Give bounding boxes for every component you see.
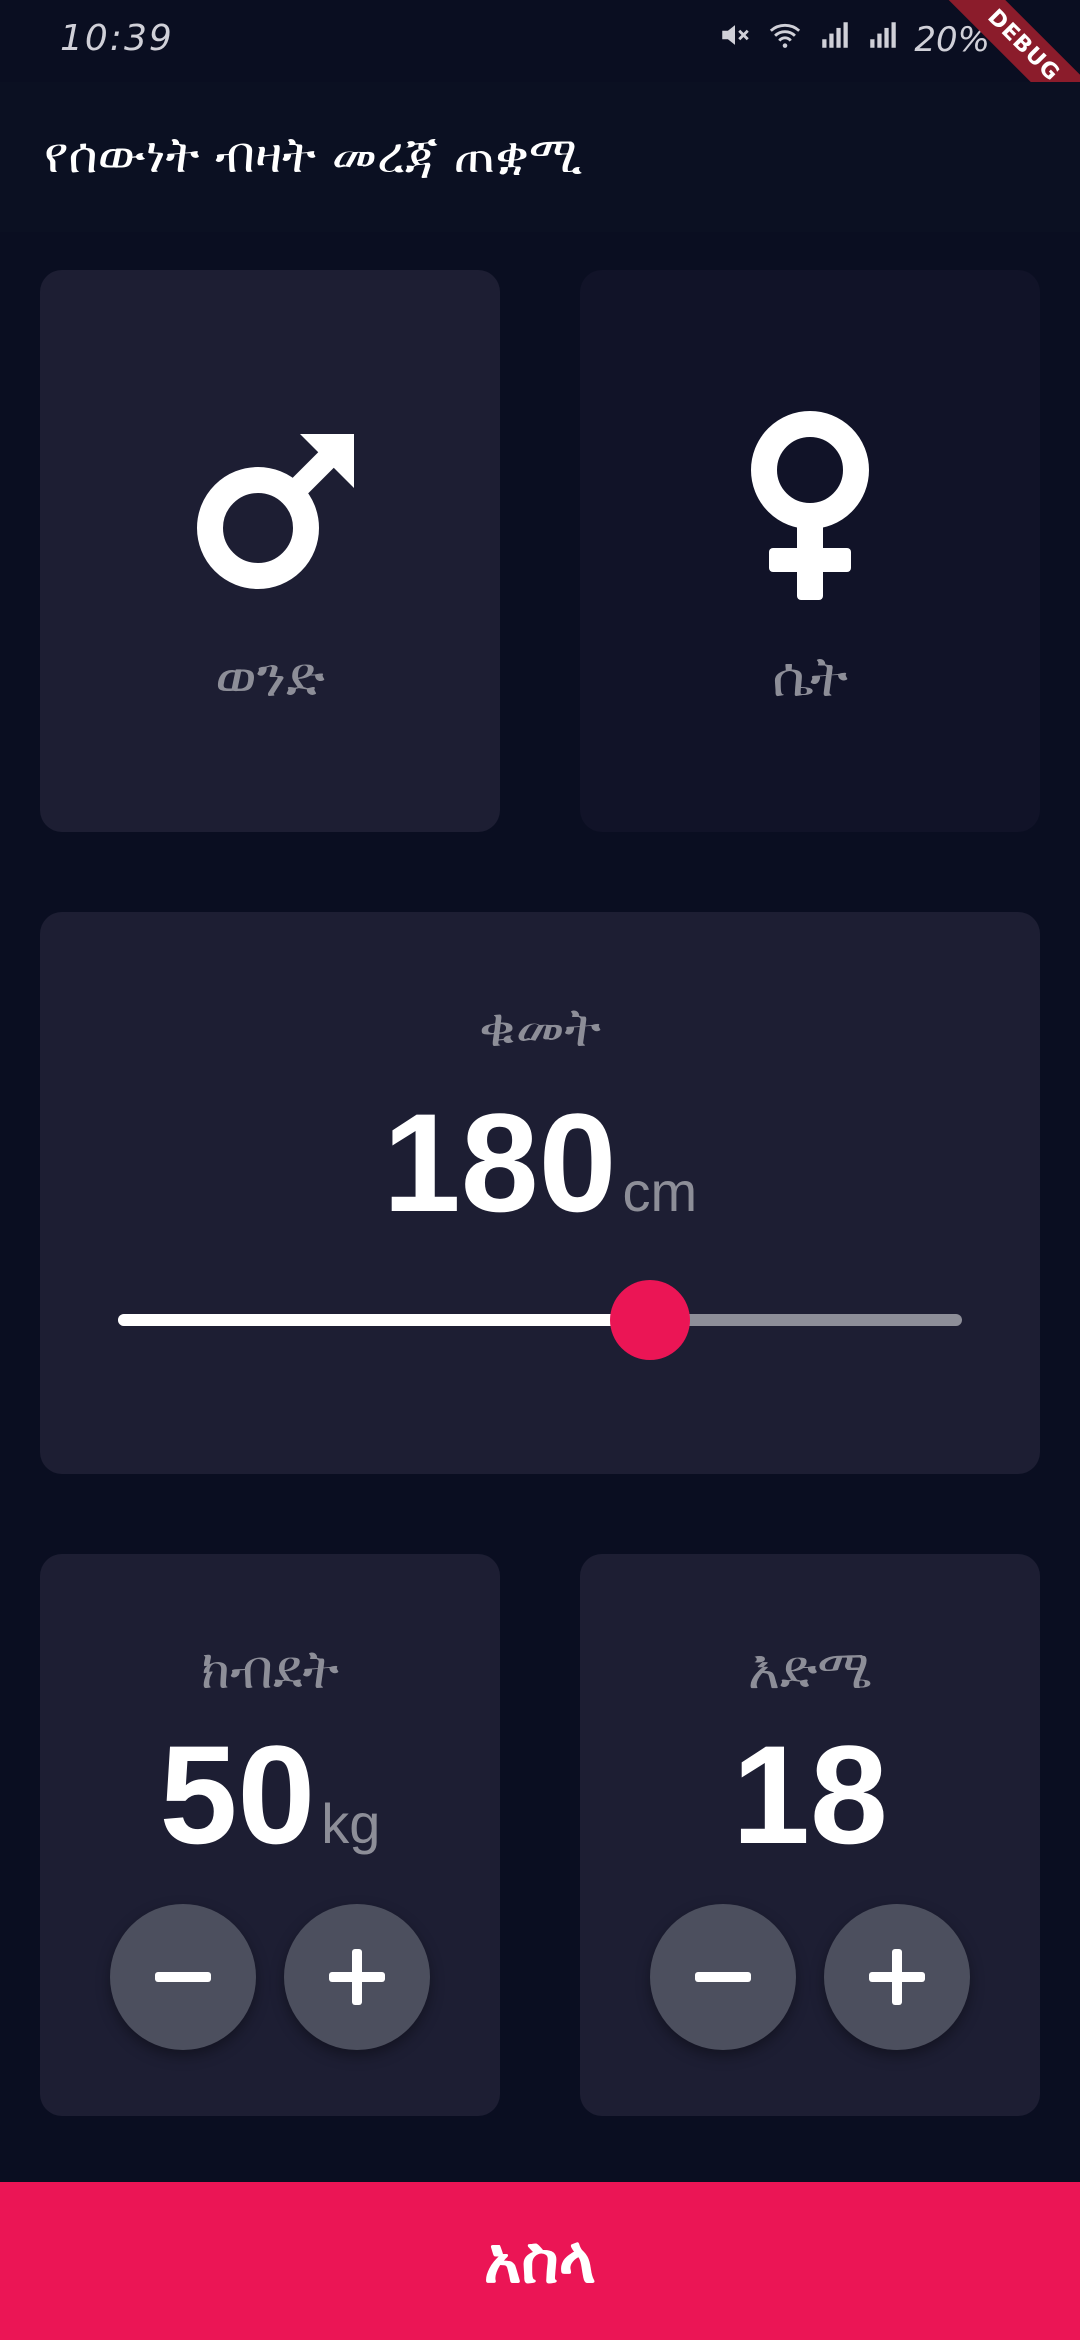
height-value-row: 180 cm <box>40 1082 1040 1244</box>
male-label: ወንድ <box>215 645 325 710</box>
age-plus-button[interactable] <box>824 1904 970 2050</box>
calculate-label: አስላ <box>483 2224 597 2298</box>
male-icon <box>188 418 368 602</box>
weight-plus-button[interactable] <box>284 1904 430 2050</box>
signal-icon-2 <box>866 18 900 61</box>
age-label: እድሜ <box>747 1638 873 1701</box>
minus-icon <box>155 1972 211 1982</box>
weight-value-row: 50 kg <box>40 1714 500 1876</box>
age-minus-button[interactable] <box>650 1904 796 2050</box>
age-card: እድሜ 18 <box>580 1554 1040 2116</box>
weight-unit: kg <box>321 1792 381 1855</box>
signal-icon <box>818 18 852 61</box>
female-label: ሴት <box>772 645 848 710</box>
mute-icon <box>718 18 752 61</box>
height-label: ቁመት <box>479 996 601 1059</box>
status-icons: 20% <box>718 18 990 61</box>
male-card[interactable]: ወንድ <box>40 270 500 832</box>
status-bar: 10:39 20% DEBUG <box>0 0 1080 142</box>
female-card[interactable]: ሴት <box>580 270 1040 832</box>
height-card: ቁመት 180 cm <box>40 912 1040 1474</box>
height-slider-thumb[interactable] <box>609 1280 690 1360</box>
status-time: 10:39 <box>60 18 174 59</box>
minus-icon <box>695 1972 751 1982</box>
weight-value: 50 <box>159 1716 316 1873</box>
weight-card: ክብደት 50 kg <box>40 1554 500 2116</box>
height-slider-active <box>118 1314 650 1326</box>
plus-icon <box>329 1949 385 2005</box>
height-unit: cm <box>622 1160 698 1223</box>
wifi-icon <box>766 18 804 61</box>
weight-minus-button[interactable] <box>110 1904 256 2050</box>
female-icon <box>745 408 875 612</box>
age-value: 18 <box>732 1716 888 1873</box>
weight-label: ክብደት <box>201 1638 339 1701</box>
app-bar: የሰውነት ብዛት መረጃ ጠቋሚ <box>0 82 1080 232</box>
calculate-button[interactable]: አስላ <box>0 2182 1080 2340</box>
plus-icon <box>869 1949 925 2005</box>
page-title: የሰውነት ብዛት መረጃ ጠቋሚ <box>44 126 583 184</box>
age-value-row: 18 <box>580 1714 1040 1876</box>
height-value: 180 <box>382 1084 617 1241</box>
